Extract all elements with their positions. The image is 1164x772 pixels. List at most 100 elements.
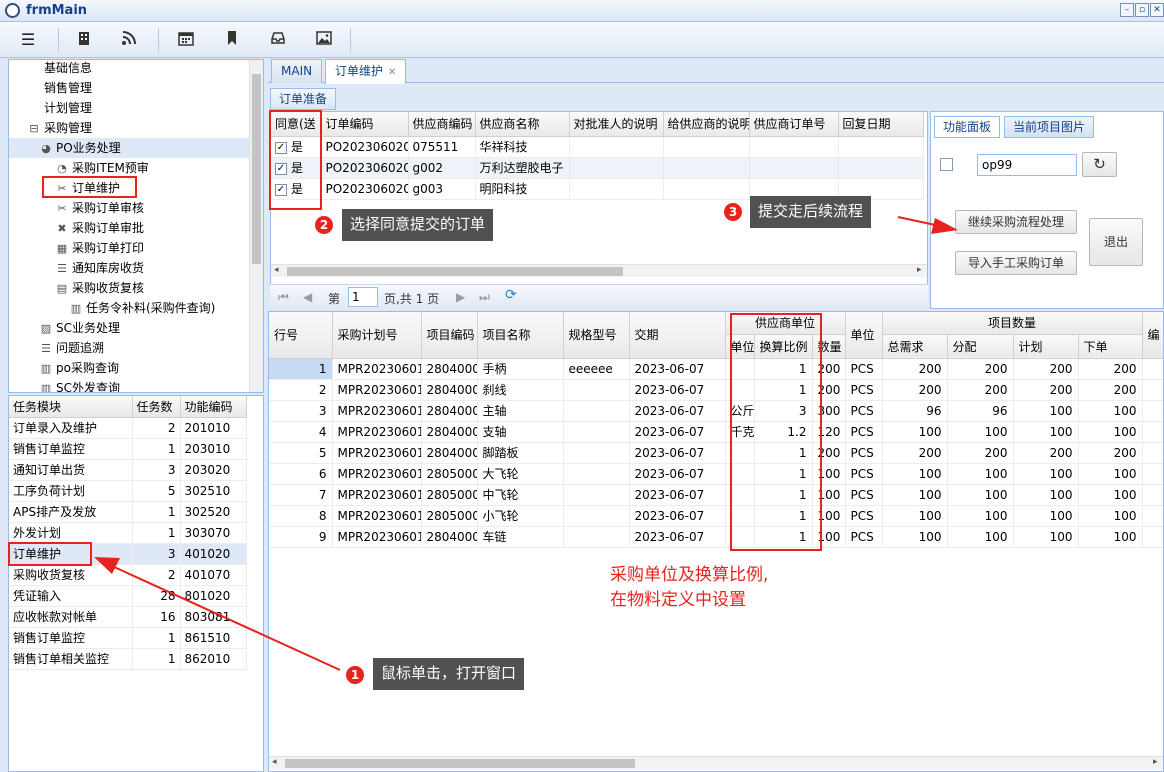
tree-item[interactable]: ✖ 采购订单审批: [9, 218, 249, 238]
order-cell-empty[interactable]: [663, 136, 750, 158]
option-checkbox[interactable]: [940, 158, 953, 171]
order-cell-empty[interactable]: [838, 157, 924, 179]
scroll-thumb[interactable]: [287, 267, 623, 276]
minimize-button[interactable]: –: [1120, 3, 1134, 17]
col-ordered[interactable]: 下单: [1078, 334, 1143, 359]
agree-cell[interactable]: ✓ 是: [271, 178, 322, 200]
last-page-icon[interactable]: ⏭: [479, 290, 490, 305]
tree-item[interactable]: ▥ 任务令补料(采购件查询): [9, 298, 249, 318]
import-manual-order-button[interactable]: 导入手工采购订单: [955, 251, 1077, 275]
scroll-right-icon[interactable]: ▸: [1153, 757, 1158, 767]
task-row[interactable]: 外发计划 1 303070: [9, 522, 247, 544]
detail-row[interactable]: 2MPR2023060110228040002刹线2023-06-071200P…: [269, 379, 1163, 401]
task-row[interactable]: 销售订单监控 1 203010: [9, 438, 247, 460]
detail-row[interactable]: 6MPR2023060130628050001大飞轮2023-06-071100…: [269, 463, 1163, 485]
task-row[interactable]: 通知订单出货 3 203020: [9, 459, 247, 481]
order-col-header[interactable]: 给供应商的说明: [663, 112, 750, 137]
calendar-icon[interactable]: [175, 30, 197, 50]
detail-row[interactable]: 1MPR2023060100128040001手柄eeeeee2023-06-0…: [269, 358, 1163, 380]
order-col-header[interactable]: 对批准人的说明: [569, 112, 664, 137]
prev-page-icon[interactable]: ◀: [303, 290, 312, 304]
tab-current-item-image[interactable]: 当前项目图片: [1004, 116, 1095, 138]
tab-order-maintenance[interactable]: 订单维护 ✕: [325, 59, 407, 84]
col-delivery-date[interactable]: 交期: [629, 312, 726, 359]
task-row[interactable]: 订单维护 3 401020: [9, 543, 247, 565]
task-row[interactable]: 销售订单相关监控 1 862010: [9, 648, 247, 670]
scroll-left-icon[interactable]: ◂: [272, 757, 277, 767]
col-item-name[interactable]: 项目名称: [477, 312, 564, 359]
tree-item[interactable]: ✂ 订单维护: [9, 178, 249, 198]
inbox-icon[interactable]: [267, 30, 289, 50]
col-allocated[interactable]: 分配: [947, 334, 1014, 359]
agree-checkbox[interactable]: ✓: [275, 141, 287, 154]
order-cell-empty[interactable]: [838, 136, 924, 158]
order-col-header[interactable]: 供应商订单号: [749, 112, 839, 137]
col-conversion-ratio[interactable]: 换算比例: [754, 334, 813, 359]
tree-item[interactable]: ⊟ 采购管理: [9, 118, 249, 138]
detail-row[interactable]: 3MPR2023060110328040004主轴2023-06-07公斤330…: [269, 400, 1163, 422]
subtab-order-prep[interactable]: 订单准备: [270, 88, 337, 110]
tree-item[interactable]: ▥ SC外发查询: [9, 378, 249, 392]
task-row[interactable]: 凭证输入 28 801020: [9, 585, 247, 607]
tree-item[interactable]: ▨ SC业务处理: [9, 318, 249, 338]
task-row[interactable]: 工序负荷计划 5 302510: [9, 480, 247, 502]
order-cell-empty[interactable]: [663, 157, 750, 179]
tree-scrollbar[interactable]: [249, 60, 263, 392]
rss-icon[interactable]: [118, 30, 140, 50]
order-col-header[interactable]: 供应商名称: [475, 112, 570, 137]
order-col-header[interactable]: 同意(送: [271, 112, 322, 137]
agree-checkbox[interactable]: ✓: [275, 162, 287, 175]
order-col-header[interactable]: 回复日期: [838, 112, 924, 137]
tree-item[interactable]: ▦ 采购订单打印: [9, 238, 249, 258]
tab-function-panel[interactable]: 功能面板: [934, 116, 1001, 138]
order-col-header[interactable]: 订单编码: [321, 112, 409, 137]
detail-row[interactable]: 5MPR2023060130528040003脚踏板2023-06-071200…: [269, 442, 1163, 464]
tree-item[interactable]: ◕ PO业务处理: [9, 138, 249, 158]
order-hscrollbar[interactable]: ◂ ▸: [271, 264, 927, 277]
close-window-button[interactable]: ✕: [1150, 3, 1164, 17]
col-item-code[interactable]: 项目编码: [421, 312, 478, 359]
col-spec[interactable]: 规格型号: [563, 312, 630, 359]
tree-item[interactable]: ✂ 采购订单审核: [9, 198, 249, 218]
order-cell-empty[interactable]: [663, 178, 750, 200]
col-supplier-qty[interactable]: 数量: [812, 334, 846, 359]
col-more[interactable]: 编: [1142, 312, 1163, 359]
scroll-left-icon[interactable]: ◂: [274, 265, 279, 275]
refresh-icon[interactable]: ⟳: [505, 287, 517, 303]
tree-item[interactable]: 计划管理: [9, 98, 249, 118]
scroll-thumb[interactable]: [252, 74, 261, 264]
task-row[interactable]: APS排产及发放 1 302520: [9, 501, 247, 523]
page-number-input[interactable]: 1: [348, 287, 378, 307]
detail-hscrollbar[interactable]: ◂ ▸: [269, 756, 1163, 769]
col-unit[interactable]: 单位: [845, 312, 883, 359]
col-plan-no[interactable]: 采购计划号: [332, 312, 422, 359]
tree-item[interactable]: ▤ 采购收货复核: [9, 278, 249, 298]
task-header-code[interactable]: 功能编码: [180, 396, 247, 418]
col-row-no[interactable]: 行号: [269, 312, 333, 359]
task-row[interactable]: 应收帐款对帐单 16 803081: [9, 606, 247, 628]
detail-row[interactable]: 8MPR2023060140828050003小飞轮2023-06-071100…: [269, 505, 1163, 527]
op-code-input[interactable]: op99: [977, 154, 1077, 176]
tree-item[interactable]: 销售管理: [9, 78, 249, 98]
order-cell-empty[interactable]: [569, 157, 664, 179]
scroll-right-icon[interactable]: ▸: [917, 265, 922, 275]
agree-cell[interactable]: ✓ 是: [271, 157, 322, 179]
order-row[interactable]: ✓是PO20230602002g002万利达塑胶电子: [271, 157, 924, 179]
refresh-button[interactable]: ↻: [1082, 152, 1117, 177]
first-page-icon[interactable]: ⏮: [278, 290, 289, 305]
next-page-icon[interactable]: ▶: [456, 290, 465, 304]
task-header-module[interactable]: 任务模块: [9, 396, 133, 418]
image-icon[interactable]: [313, 30, 335, 50]
detail-row[interactable]: 7MPR2023060140728050002中飞轮2023-06-071100…: [269, 484, 1163, 506]
detail-row[interactable]: 4MPR2023060120428040005支轴 2023-06-07千克1.2…: [269, 421, 1163, 443]
tree-item[interactable]: ◔ 采购ITEM预审: [9, 158, 249, 178]
tab-main[interactable]: MAIN: [271, 59, 323, 83]
menu-icon[interactable]: ☰: [17, 30, 39, 50]
agree-cell[interactable]: ✓ 是: [271, 136, 322, 158]
col-planned[interactable]: 计划: [1013, 334, 1079, 359]
task-row[interactable]: 采购收货复核 2 401070: [9, 564, 247, 586]
order-cell-empty[interactable]: [569, 136, 664, 158]
tree-item[interactable]: ☰ 通知库房收货: [9, 258, 249, 278]
restore-button[interactable]: ▫: [1135, 3, 1149, 17]
task-row[interactable]: 订单录入及维护 2 201010: [9, 417, 247, 439]
